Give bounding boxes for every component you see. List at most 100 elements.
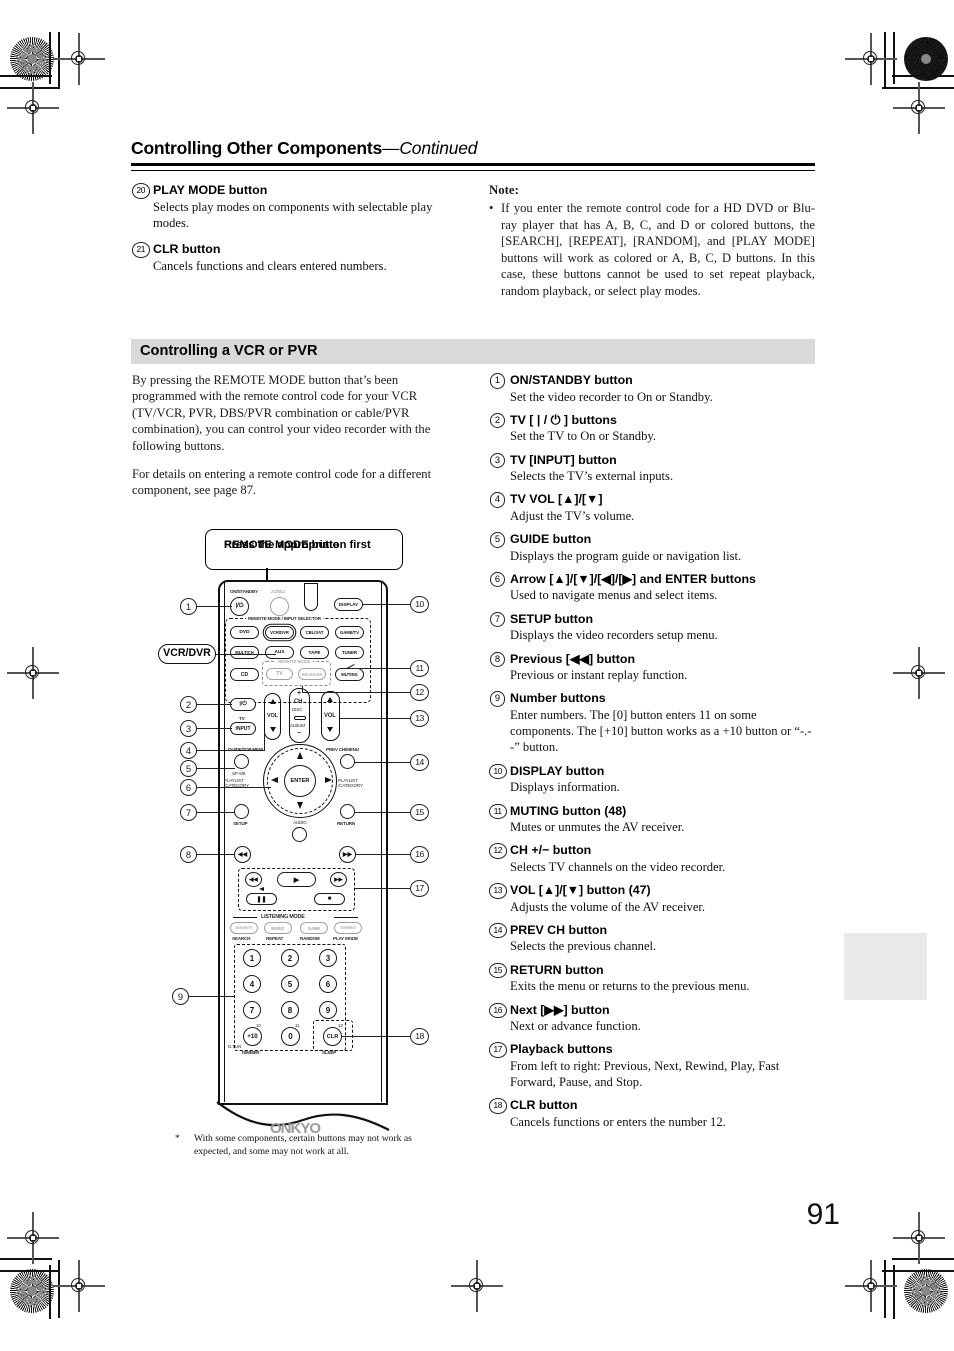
footnote-marker: * xyxy=(175,1133,180,1144)
item-description: Mutes or unmutes the AV receiver. xyxy=(510,820,685,835)
enter-button-label: ENTER xyxy=(290,778,310,784)
source-button-vcr-dvr[interactable]: VCR/DVR xyxy=(265,626,294,639)
listening-button-stereo-label: STEREO xyxy=(340,926,356,930)
item-number: 7 xyxy=(489,611,506,628)
tv-input-button[interactable]: INPUT xyxy=(230,722,256,735)
mode-button-tv[interactable]: TV xyxy=(266,668,293,680)
page-header: Controlling Other Components—Continued xyxy=(131,138,815,159)
tv-vol-up-arrow-icon xyxy=(270,699,276,704)
source-button-aux[interactable]: AUX xyxy=(265,646,294,659)
display-button[interactable]: DISPLAY xyxy=(334,598,363,611)
source-button-cd[interactable]: CD xyxy=(230,668,259,681)
listening-button-stereo[interactable]: STEREO xyxy=(334,922,362,934)
source-button-game-tv[interactable]: GAME/TV xyxy=(335,626,364,639)
list-item: 1 ON/STANDBY button Set the video recorde… xyxy=(489,372,815,405)
item-number: 17 xyxy=(489,1042,507,1058)
number-button-7[interactable]: 7 xyxy=(243,1001,261,1019)
zone2-button[interactable] xyxy=(270,597,289,616)
item-number: 4 xyxy=(489,492,506,508)
on-standby-button[interactable]: |/⏻ xyxy=(230,597,249,616)
callout-5-badge: 5 xyxy=(180,760,197,777)
callout-12-leader xyxy=(302,692,410,694)
item-number: 3 xyxy=(489,452,506,469)
item-description: Cancels functions or enters the number 1… xyxy=(510,1114,726,1129)
previous-button[interactable]: ◀◀ xyxy=(234,846,251,863)
item-number-badge: 4 xyxy=(489,492,506,508)
list-item: 16 Next [▶▶] button Next or advance funct… xyxy=(489,1002,815,1035)
fast-forward-button[interactable]: ▶▶ xyxy=(330,872,347,887)
pause-button[interactable]: ❚❚ xyxy=(246,893,277,905)
enter-button[interactable]: ENTER xyxy=(284,765,316,797)
number-button-8[interactable]: 8 xyxy=(281,1001,299,1019)
return-button[interactable] xyxy=(340,804,355,819)
item-number-badge: 2 xyxy=(489,412,506,429)
audio-button[interactable] xyxy=(292,827,307,842)
intro-paragraph-2: For details on entering a remote control… xyxy=(132,467,432,498)
source-button-cbl-sat[interactable]: CBL/SAT xyxy=(300,626,329,639)
source-button-dvd[interactable]: DVD xyxy=(230,626,259,639)
source-button-multich[interactable]: MULTICH xyxy=(230,646,259,659)
label-play-mode: PLAY MODE xyxy=(333,936,359,941)
prev-ch-button[interactable] xyxy=(340,754,355,769)
item-heading: CLR button xyxy=(153,242,221,257)
listening-button-game[interactable]: GAME xyxy=(300,922,328,934)
list-item: 20 PLAY MODE button Selects play modes o… xyxy=(132,182,462,231)
right-column-items: 1 ON/STANDBY button Set the video recorde… xyxy=(489,372,815,1137)
callout-box: Press the appropriate REMOTE MODE button … xyxy=(205,529,403,570)
item-heading: PLAY MODE button xyxy=(153,183,268,197)
source-button-tape[interactable]: TAPE xyxy=(300,646,329,659)
mode-button-receiver[interactable]: RECEIVER xyxy=(298,668,326,680)
guide-button[interactable] xyxy=(234,754,249,769)
list-item: 13 VOL [▲]/[▼] button (47) Adjusts the vo… xyxy=(489,882,815,915)
vol-up-arrow-icon xyxy=(327,697,333,702)
page-title-continued: —Continued xyxy=(382,138,478,158)
muting-button-label: MUTING xyxy=(341,672,358,677)
note-body: • If you enter the remote control code f… xyxy=(489,200,815,300)
source-button-tuner[interactable]: TUNER xyxy=(335,646,364,659)
dpad-down-arrow-icon[interactable] xyxy=(297,802,303,809)
number-button-6[interactable]: 6 xyxy=(319,975,337,993)
number-button-9-label: 9 xyxy=(325,1005,331,1015)
next-button[interactable]: ▶▶ xyxy=(339,846,356,863)
number-button-3-label: 3 xyxy=(325,953,331,963)
dpad-left-arrow-icon[interactable] xyxy=(271,777,278,783)
item-description: Displays the program guide or navigation… xyxy=(510,548,742,563)
number-button-3[interactable]: 3 xyxy=(319,949,337,967)
callout-17-badge: 17 xyxy=(410,880,429,897)
muting-button[interactable]: MUTING xyxy=(335,668,364,681)
label-on-standby: ON/STANDBY xyxy=(230,589,259,594)
clr-button[interactable]: CLR xyxy=(323,1027,342,1046)
listening-button-music[interactable]: MUSIC xyxy=(264,922,292,934)
number-button-2[interactable]: 2 xyxy=(281,949,299,967)
item-heading: SETUP button xyxy=(510,611,594,626)
number-button-9[interactable]: 9 xyxy=(319,1001,337,1019)
rewind-button[interactable]: ◀◀ xyxy=(245,872,262,887)
page-title-text: Controlling Other Components xyxy=(131,138,383,158)
number-button-plus10[interactable]: +10 xyxy=(243,1027,262,1046)
item-number: 15 xyxy=(489,962,507,979)
callout-2-badge: 2 xyxy=(180,696,197,713)
source-button-vcr-dvr-label: VCR/DVR xyxy=(270,630,289,635)
number-button-1[interactable]: 1 xyxy=(243,949,261,967)
stop-button[interactable]: ■ xyxy=(314,893,345,905)
dpad-up-arrow-icon[interactable] xyxy=(297,752,303,759)
listening-mode-rule-left xyxy=(233,917,257,919)
tv-power-button[interactable]: |/⏻ xyxy=(230,698,256,711)
label-sp-ab: SP A/B xyxy=(232,771,246,776)
list-item: 4 TV VOL [▲]/[▼] Adjust the TV’s volume. xyxy=(489,491,815,524)
label-remote-mode-input-selector: REMOTE MODE / INPUT SELECTOR xyxy=(246,616,323,621)
number-button-5[interactable]: 5 xyxy=(281,975,299,993)
play-button[interactable]: ▶ xyxy=(277,872,316,887)
dpad-right-arrow-icon[interactable] xyxy=(325,777,332,783)
setup-button[interactable] xyxy=(234,804,249,819)
list-item: 12 CH +/− button Selects TV channels on t… xyxy=(489,842,815,875)
number-button-0[interactable]: 0 xyxy=(281,1027,300,1046)
number-button-4[interactable]: 4 xyxy=(243,975,261,993)
listening-button-movie-tv[interactable]: MOVIE/TV xyxy=(230,922,258,934)
item-number-badge: 17 xyxy=(489,1042,507,1058)
item-heading: Previous [◀◀] button xyxy=(510,651,636,666)
item-description: Selects the previous channel. xyxy=(510,939,657,954)
display-button-label: DISPLAY xyxy=(338,602,359,607)
item-number: 21 xyxy=(132,242,150,258)
item-description: Selects TV channels on the video recorde… xyxy=(510,859,726,874)
